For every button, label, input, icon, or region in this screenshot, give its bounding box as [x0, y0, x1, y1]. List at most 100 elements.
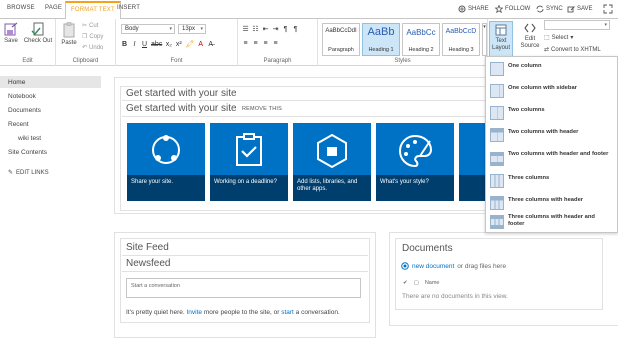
sync-button[interactable]: SYNC — [536, 5, 563, 13]
increase-indent-icon[interactable]: ⇥ — [272, 25, 279, 33]
superscript-button[interactable]: x² — [175, 41, 182, 48]
strikethrough-button[interactable]: abc — [151, 41, 162, 48]
layout-two-columns-icon — [490, 106, 504, 120]
style-heading-3[interactable]: AaBbCcD Heading 3 — [442, 23, 480, 56]
align-right-icon[interactable]: ≡ — [262, 40, 269, 47]
divider — [122, 271, 368, 272]
layout-two-columns-header-footer[interactable]: Two columns with header and footer — [486, 147, 617, 171]
column-name[interactable]: Name — [425, 280, 440, 286]
clear-format-icon[interactable]: A̶ — [207, 41, 214, 48]
rtl-icon[interactable]: ¶ — [292, 26, 299, 33]
underline-button[interactable]: U — [141, 41, 148, 48]
layout-three-columns-header-footer[interactable]: Three columns with header and footer — [486, 210, 617, 232]
nav-item-notebook[interactable]: Notebook — [8, 93, 36, 100]
style-heading-1[interactable]: AaBb Heading 1 — [362, 23, 400, 56]
check-icon[interactable]: ✔ — [403, 280, 408, 286]
style-heading-2[interactable]: AaBbCc Heading 2 — [402, 23, 440, 56]
save-icon — [4, 22, 18, 36]
tab-format-text[interactable]: FORMAT TEXT — [65, 1, 121, 20]
documents-empty-message: There are no documents in this view. — [402, 293, 508, 300]
convert-icon: ⇄ — [544, 47, 550, 53]
decrease-indent-icon[interactable]: ⇤ — [262, 25, 269, 33]
apps-icon — [317, 133, 347, 169]
highlight-icon[interactable]: 🖍 — [185, 40, 194, 48]
markup-style-select[interactable]: ▾ — [544, 20, 610, 30]
layout-two-columns-header[interactable]: Two columns with header — [486, 125, 617, 147]
paste-button[interactable]: Paste — [60, 22, 78, 47]
bold-button[interactable]: B — [121, 41, 128, 48]
save-label: Save — [4, 38, 18, 44]
align-center-icon[interactable]: ≡ — [252, 40, 259, 47]
save-top-button[interactable]: SAVE — [567, 5, 593, 13]
edit-source-button[interactable]: Edit Source — [519, 22, 541, 50]
nav-item-documents[interactable]: Documents — [8, 107, 41, 114]
documents-header-row: ✔ ▢ Name — [403, 280, 439, 286]
start-link[interactable]: start — [281, 309, 294, 316]
tile-share-site[interactable]: Share your site. — [127, 123, 205, 201]
check-out-button[interactable]: Check Out — [22, 22, 54, 45]
invite-link[interactable]: Invite — [187, 309, 203, 316]
ltr-icon[interactable]: ¶ — [282, 26, 289, 33]
get-started-title: Get started with your site — [126, 88, 237, 99]
add-circle-icon[interactable] — [401, 262, 409, 270]
font-family-select[interactable]: Body ▾ — [121, 24, 175, 34]
font-color-icon[interactable]: A — [197, 41, 204, 48]
tile-caption: Add lists, libraries, and other apps. — [293, 175, 371, 201]
menu-item-label: Three columns — [508, 175, 550, 181]
copy-button[interactable]: ❐ Copy — [82, 33, 103, 41]
remove-this-link[interactable]: REMOVE THIS — [242, 106, 282, 112]
tab-insert[interactable]: INSERT — [117, 5, 140, 11]
tile-style[interactable]: What's your style? — [376, 123, 454, 201]
layout-one-column[interactable]: One column — [486, 59, 617, 81]
nav-item-home[interactable]: Home — [8, 79, 25, 86]
justify-icon[interactable]: ≡ — [272, 40, 279, 47]
quiet-text-a: It's pretty quiet here. — [126, 309, 185, 316]
cut-button[interactable]: ✂ Cut — [82, 22, 98, 30]
tab-page[interactable]: PAGE — [45, 5, 62, 11]
tile-add-apps[interactable]: Add lists, libraries, and other apps. — [293, 123, 371, 201]
menu-item-label: One column — [508, 63, 542, 69]
font-size-select[interactable]: 13px ▾ — [178, 24, 206, 34]
pencil-icon: ✎ — [8, 170, 14, 176]
number-list-icon[interactable]: ☷ — [252, 25, 259, 33]
edit-links-button[interactable]: ✎ EDIT LINKS — [8, 169, 49, 177]
bullet-list-icon[interactable]: ☰ — [242, 25, 249, 33]
italic-button[interactable]: I — [131, 41, 138, 48]
copy-icon: ❐ — [82, 34, 88, 40]
style-name: Heading 3 — [448, 47, 474, 53]
convert-label: Convert to XHTML — [551, 46, 601, 53]
text-layout-button[interactable]: Text Layout — [489, 21, 513, 58]
newsfeed-title: Newsfeed — [126, 258, 171, 269]
align-left-icon[interactable]: ≡ — [242, 40, 249, 47]
nav-item-recent[interactable]: Recent — [8, 121, 29, 128]
subscript-button[interactable]: x₂ — [165, 41, 172, 48]
new-document-row: new document or drag files here — [401, 262, 506, 270]
layout-two-columns[interactable]: Two columns — [486, 103, 617, 125]
layout-three-columns-header-icon — [490, 196, 504, 210]
file-icon: ▢ — [413, 280, 419, 286]
focus-icon[interactable] — [603, 4, 613, 14]
select-label: Select — [551, 34, 569, 41]
edit-links-label: EDIT LINKS — [16, 169, 49, 176]
styles-scroll[interactable]: ▾ — [482, 23, 487, 56]
style-paragraph[interactable]: AaBbCcDdI Paragraph — [322, 23, 360, 56]
group-label-paragraph: Paragraph — [263, 58, 292, 64]
quiet-text-b: more people to the site, or — [203, 309, 280, 316]
layout-three-columns[interactable]: Three columns — [486, 171, 617, 193]
layout-one-column-sidebar[interactable]: One column with sidebar — [486, 81, 617, 103]
tab-browse[interactable]: BROWSE — [7, 5, 35, 11]
follow-button[interactable]: FOLLOW — [495, 5, 530, 13]
ribbon-group-styles: AaBbCcDdI Paragraph AaBb Heading 1 AaBbC… — [318, 19, 488, 66]
start-conversation-input[interactable]: Start a conversation — [126, 278, 361, 298]
palette-icon — [399, 134, 433, 168]
undo-button[interactable]: ↶ Undo — [82, 44, 103, 52]
save-button[interactable]: Save — [3, 22, 19, 45]
nav-item-wiki-test[interactable]: wiki test — [18, 135, 41, 142]
scissors-icon: ✂ — [82, 23, 88, 29]
nav-item-site-contents[interactable]: Site Contents — [8, 149, 47, 156]
tile-deadline[interactable]: Working on a deadline? — [210, 123, 288, 201]
share-button[interactable]: SHARE — [458, 5, 489, 13]
select-button[interactable]: ⬚ Select ▾ — [544, 34, 573, 42]
new-document-link[interactable]: new document — [412, 263, 454, 270]
convert-xhtml-button[interactable]: ⇄ Convert to XHTML — [544, 46, 601, 54]
